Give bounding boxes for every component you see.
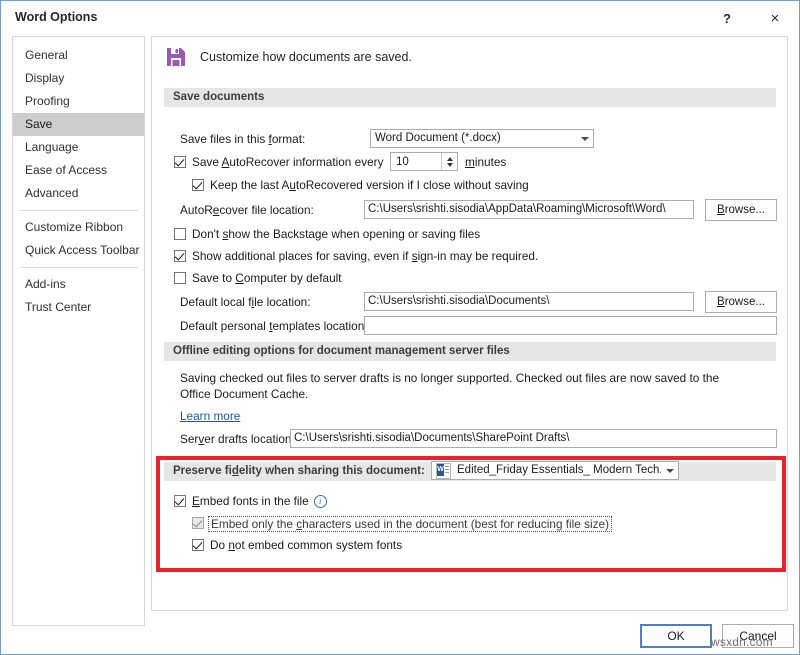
checkbox-box: [192, 517, 204, 529]
offline-note: Saving checked out files to server draft…: [180, 370, 750, 402]
do-not-embed-common-fonts-checkbox[interactable]: Do not embed common system fonts: [192, 538, 402, 552]
save-to-computer-checkbox[interactable]: Save to Computer by default: [174, 271, 342, 285]
sidebar-item-language[interactable]: Language: [13, 136, 144, 159]
templates-location-input[interactable]: [364, 316, 777, 335]
checkbox-box: [174, 250, 186, 262]
show-additional-places-label: Show additional places for saving, even …: [192, 249, 538, 263]
save-to-computer-label: Save to Computer by default: [192, 271, 342, 285]
sidebar-item-add-ins[interactable]: Add-ins: [13, 273, 144, 296]
close-icon[interactable]: ×: [756, 5, 794, 31]
label-default-local-location: Default local file location:: [180, 295, 311, 309]
sidebar-item-display[interactable]: Display: [13, 67, 144, 90]
sidebar-item-trust-center[interactable]: Trust Center: [13, 296, 144, 319]
section-save-documents: Save documents: [164, 88, 776, 107]
checkbox-box: [174, 228, 186, 240]
show-additional-places-checkbox[interactable]: Show additional places for saving, even …: [174, 249, 538, 263]
embed-fonts-label: Embed fonts in the filei: [192, 494, 327, 508]
learn-more-link[interactable]: Learn more: [180, 409, 240, 423]
fidelity-document-value: Edited_Friday Essentials_ Modern Tech...: [457, 462, 661, 479]
sidebar-item-customize-ribbon[interactable]: Customize Ribbon: [13, 216, 144, 239]
embed-characters-checkbox[interactable]: Embed only the characters used in the do…: [192, 516, 612, 532]
embed-fonts-checkbox[interactable]: Embed fonts in the filei: [174, 494, 327, 508]
autorecover-interval-stepper[interactable]: 10: [390, 152, 458, 171]
sidebar-divider: [19, 267, 138, 268]
browse-autorecover-button[interactable]: Browse...: [705, 199, 777, 221]
sidebar-item-ease-of-access[interactable]: Ease of Access: [13, 159, 144, 182]
word-options-dialog: Word Options ? × General Display Proofin…: [0, 0, 800, 655]
title-bar: Word Options ? ×: [1, 1, 799, 34]
sidebar-item-proofing[interactable]: Proofing: [13, 90, 144, 113]
label-templates-location: Default personal templates location:: [180, 319, 368, 333]
help-icon[interactable]: ?: [708, 5, 746, 31]
keep-last-label: Keep the last AutoRecovered version if I…: [210, 178, 529, 192]
checkbox-box: [192, 179, 204, 191]
options-panel: Customize how documents are saved. Save …: [151, 36, 788, 611]
embed-characters-label: Embed only the characters used in the do…: [208, 516, 612, 532]
sidebar-item-quick-access-toolbar[interactable]: Quick Access Toolbar: [13, 239, 144, 262]
autorecover-checkbox[interactable]: Save AutoRecover information every: [174, 155, 383, 169]
site-watermark: wsxdn.com: [711, 635, 773, 649]
hide-backstage-label: Don't show the Backstage when opening or…: [192, 227, 480, 241]
panel-header: Customize how documents are saved.: [164, 45, 412, 69]
label-server-drafts-location: Server drafts location:: [180, 432, 295, 446]
checkbox-box: [192, 539, 204, 551]
label-save-format: Save files in this format:: [180, 132, 305, 146]
checkbox-box: [174, 156, 186, 168]
save-floppy-icon: [164, 45, 188, 69]
chevron-down-icon: [666, 469, 674, 473]
autorecover-label: Save AutoRecover information every: [192, 155, 383, 169]
save-format-value: Word Document (*.docx): [375, 130, 576, 147]
info-icon[interactable]: i: [314, 495, 327, 508]
checkbox-box: [174, 272, 186, 284]
window-title: Word Options: [15, 10, 97, 24]
autorecover-interval-value: 10: [396, 156, 441, 168]
fidelity-document-dropdown[interactable]: W Edited_Friday Essentials_ Modern Tech.…: [431, 461, 679, 480]
stepper-arrows[interactable]: [441, 153, 457, 170]
chevron-down-icon: [581, 137, 589, 141]
ok-button[interactable]: OK: [640, 624, 712, 648]
sidebar-item-advanced[interactable]: Advanced: [13, 182, 144, 205]
sidebar: General Display Proofing Save Language E…: [12, 36, 145, 626]
sidebar-divider: [19, 210, 138, 211]
checkbox-box: [174, 495, 186, 507]
section-offline-editing: Offline editing options for document man…: [164, 342, 776, 361]
browse-default-local-button[interactable]: Browse...: [705, 291, 777, 313]
word-document-icon: W: [436, 463, 451, 479]
sidebar-item-save[interactable]: Save: [13, 113, 144, 136]
keep-last-autorecovered-checkbox[interactable]: Keep the last AutoRecovered version if I…: [192, 178, 529, 192]
label-autorecover-location: AutoRecover file location:: [180, 203, 314, 217]
sidebar-item-general[interactable]: General: [13, 44, 144, 67]
server-drafts-location-input[interactable]: C:\Users\srishti.sisodia\Documents\Share…: [290, 429, 777, 448]
hide-backstage-checkbox[interactable]: Don't show the Backstage when opening or…: [174, 227, 480, 241]
default-local-location-input[interactable]: C:\Users\srishti.sisodia\Documents\: [364, 292, 694, 311]
panel-header-text: Customize how documents are saved.: [200, 50, 412, 64]
label-minutes: minutes: [465, 155, 506, 169]
autorecover-location-input[interactable]: C:\Users\srishti.sisodia\AppData\Roaming…: [364, 200, 694, 219]
do-not-embed-common-fonts-label: Do not embed common system fonts: [210, 538, 402, 552]
save-format-dropdown[interactable]: Word Document (*.docx): [370, 129, 594, 148]
